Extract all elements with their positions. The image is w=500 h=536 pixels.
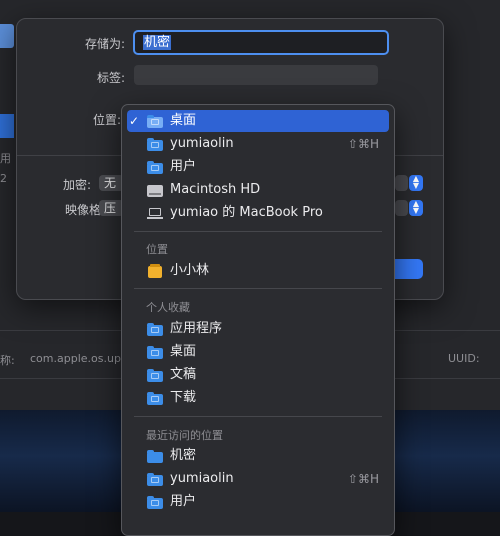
desktop-folder-icon [147,114,163,128]
location-label: 位置: [92,113,121,127]
menu-separator [134,288,382,289]
chevron-updown-icon[interactable]: ▲ ▼ [409,200,423,216]
menu-item-xiaoxiaolin[interactable]: 小小林 [127,260,389,282]
menu-item-label: yumiao 的 MacBook Pro [170,205,323,220]
menu-item-confidential[interactable]: 机密 [127,445,389,467]
menu-item-label: 用户 [170,159,197,174]
menu-item-macintosh-hd[interactable]: Macintosh HD [127,179,389,201]
section-header-favorites: 个人收藏 [146,301,190,314]
home-folder-icon [147,472,163,486]
identifier-value: com.apple.os.upo [30,352,128,365]
menu-item-label: Macintosh HD [170,182,261,197]
image-format-select-end[interactable] [395,200,408,216]
external-drive-icon [147,264,163,278]
name-label: 称: [0,354,15,367]
menu-item-documents[interactable]: 文稿 [127,364,389,386]
laptop-icon [147,206,163,220]
save-as-field[interactable]: 机密 [133,30,389,55]
menu-item-users[interactable]: 用户 [127,156,389,178]
users-folder-icon [147,495,163,509]
sidebar-selection [0,114,14,138]
menu-item-downloads[interactable]: 下载 [127,387,389,409]
home-folder-icon [147,137,163,151]
downloads-folder-icon [147,391,163,405]
section-header-recents: 最近访问的位置 [146,429,223,442]
menu-item-label: 应用程序 [170,321,223,336]
tags-field[interactable] [134,65,378,85]
menu-item-label: 机密 [170,448,197,463]
menu-item-label: 桌面 [170,113,197,128]
menu-item-desktop[interactable]: 桌面 [127,341,389,363]
save-as-label: 存储为: [84,37,125,51]
menu-item-label: 文稿 [170,367,197,382]
chevron-updown-icon[interactable]: ▲ ▼ [409,175,423,191]
location-menu[interactable]: ✓ 桌面 yumiaolin ⇧⌘H 用户 Macintosh HD yumia… [121,104,395,536]
menu-item-macbook-pro[interactable]: yumiao 的 MacBook Pro [127,202,389,224]
background-text: 2 [0,172,7,185]
encryption-select-end[interactable] [395,175,408,191]
menu-item-label: 用户 [170,494,197,509]
tags-label: 标签: [96,71,125,85]
menu-item-label: 下载 [170,390,197,405]
checkmark-icon: ✓ [129,114,140,128]
keyboard-shortcut: ⇧⌘H [347,137,379,151]
uuid-label: UUID: [448,352,480,365]
background-text: 用 [0,152,11,165]
desktop-folder-icon [147,345,163,359]
save-as-value: 机密 [143,35,172,50]
applications-folder-icon [147,322,163,336]
encryption-label: 加密: [62,178,91,192]
section-header-locations: 位置 [146,243,168,256]
users-folder-icon [147,160,163,174]
menu-item-label: 小小林 [170,263,210,278]
disk-image-icon [0,24,14,48]
menu-item-applications[interactable]: 应用程序 [127,318,389,340]
documents-folder-icon [147,368,163,382]
hard-drive-icon [147,183,163,197]
menu-separator [134,416,382,417]
menu-item-home[interactable]: yumiaolin ⇧⌘H [127,133,389,155]
folder-icon [147,449,163,463]
menu-item-label: 桌面 [170,344,197,359]
menu-item-label: yumiaolin [170,136,234,151]
menu-item-label: yumiaolin [170,471,234,486]
menu-item-home[interactable]: yumiaolin ⇧⌘H [127,468,389,490]
menu-item-desktop[interactable]: ✓ 桌面 [127,110,389,132]
keyboard-shortcut: ⇧⌘H [347,472,379,486]
menu-separator [134,231,382,232]
menu-item-users[interactable]: 用户 [127,491,389,513]
